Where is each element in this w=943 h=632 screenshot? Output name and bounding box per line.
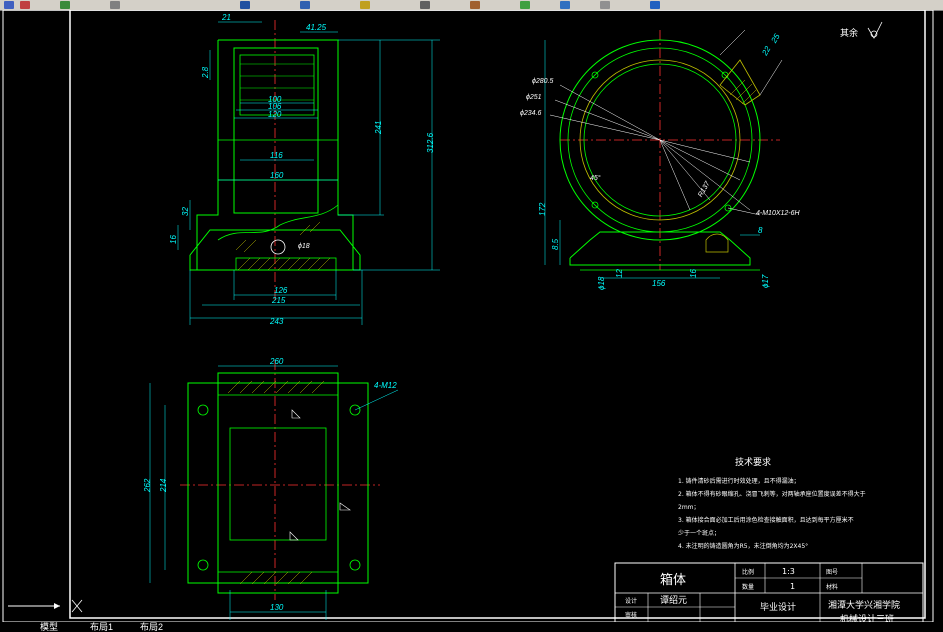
tech-req-item-5: 少于一个斑点； [678,529,720,537]
redo-icon[interactable] [20,1,30,9]
material-label: 材料 [826,583,838,591]
tech-req-item-3: 2mm； [678,504,700,511]
side-dim-172: 172 [538,202,547,216]
drawing-border-inner [69,10,926,619]
scale-value: 1:3 [782,567,795,576]
layout-tabs: 模型 布局1 布局2 [0,622,200,632]
front-dim-21: 21 [221,13,231,22]
help-icon[interactable] [650,1,660,9]
project-name: 毕业设计 [760,601,796,613]
side-dim-phi2805: ϕ280.5 [532,78,554,85]
scale-label: 比例 [742,568,754,576]
qty-label: 数量 [742,583,754,591]
tech-requirements: 技术要求 1. 铸件清砂后需进行时效处理，且不得漏油； 2. 箱体不得有砂眼缩孔… [678,456,866,550]
qty-value: 1 [790,582,795,591]
side-dim-8: 8 [758,226,763,235]
front-dim-243: 243 [269,317,284,326]
side-dim-16: 16 [689,269,698,278]
zoom-icon[interactable] [60,1,70,9]
part-name: 箱体 [660,572,686,588]
school-line-1: 湘潭大学兴湘学院 [828,599,900,611]
side-dim-45deg: 45° [590,174,601,182]
side-dim-phi18: ϕ18 [597,276,606,290]
front-dim-28: 2.8 [201,66,210,79]
side-dim-phi2346: ϕ234.6 [520,110,542,117]
side-dim-85: 8.5 [551,238,560,250]
undo-icon[interactable] [4,1,14,9]
side-dim-156: 156 [652,279,666,288]
drawing-border-outer [2,10,934,622]
tab-layout1[interactable]: 布局1 [90,622,113,632]
reviewer-label: 审核 [625,611,637,619]
ucs-icon [8,599,83,613]
side-dim-22: 22 [760,44,773,58]
front-dim-241: 241 [374,121,383,135]
front-dim-16: 16 [169,235,178,244]
print-icon[interactable] [240,1,250,9]
front-dim-160: 160 [270,171,284,180]
top-dim-m12: 4-M12 [374,381,397,390]
top-dim-262: 262 [143,478,152,493]
side-dim-12: 12 [615,269,624,278]
side-dim-phi251: ϕ251 [526,94,542,101]
designer-label: 设计 [625,597,637,605]
layer-icon[interactable] [600,1,610,9]
front-dim-116: 116 [270,151,283,160]
cad-window: 21 41.25 2.8 100 106 120 116 160 241 312… [0,0,943,632]
tech-req-item-1: 1. 铸件清砂后需进行时效处理，且不得漏油； [678,477,800,485]
side-view: ϕ280.5 ϕ251 ϕ234.6 45° R137 4-M10X12-6H … [520,29,801,290]
front-dim-126: 126 [274,286,288,295]
tech-req-title: 技术要求 [735,456,771,468]
tab-model[interactable]: 模型 [40,622,58,632]
side-dim-25: 25 [769,32,782,46]
properties-icon[interactable] [560,1,570,9]
school-line-2: 机械设计三班 [840,613,894,622]
copy-icon[interactable] [420,1,430,9]
top-dim-130: 130 [270,603,284,612]
front-dim-32: 32 [181,207,190,216]
surface-mark-label: 其余 [840,27,858,39]
designer-name: 谭绍元 [660,594,687,606]
pan-icon[interactable] [110,1,120,9]
front-dim-4125: 41.25 [306,23,327,32]
tech-req-item-4: 3. 箱体接合面必加工后用涂色检查接触面积，且达到每平方厘米不 [678,516,854,524]
drawing-canvas[interactable]: 21 41.25 2.8 100 106 120 116 160 241 312… [0,10,943,622]
front-dim-120: 120 [268,110,282,119]
front-dim-215: 215 [271,296,286,305]
tech-req-item-2: 2. 箱体不得有砂眼缩孔、浇冒飞刺等，对两轴承座位置度误差不得大于 [678,490,866,498]
side-dim-r137: R137 [697,180,712,199]
tab-layout2[interactable]: 布局2 [140,622,163,632]
top-view: 260 4-M12 262 214 130 [143,357,399,620]
tech-req-item-6: 4. 未注明的铸造圆角为R5，未注倒角均为2X45° [678,542,808,550]
front-dim-phi18: ϕ18 [298,243,310,250]
match-icon[interactable] [520,1,530,9]
title-block: 箱体 比例 1:3 数量 1 图号 材料 设计 谭绍元 审核 毕业设计 湘潭大学… [614,562,924,622]
save-icon[interactable] [300,1,310,9]
paste-icon[interactable] [470,1,480,9]
top-dim-214: 214 [159,478,168,493]
roughness-icon [867,21,883,39]
side-dim-m10: 4-M10X12-6H [756,210,801,217]
top-dim-260: 260 [269,357,284,366]
drawing-no-label: 图号 [826,569,838,576]
open-icon[interactable] [360,1,370,9]
front-dim-3126: 312.6 [426,132,435,153]
front-view: 21 41.25 2.8 100 106 120 116 160 241 312… [169,13,440,326]
side-dim-phi17: ϕ17 [761,274,770,288]
